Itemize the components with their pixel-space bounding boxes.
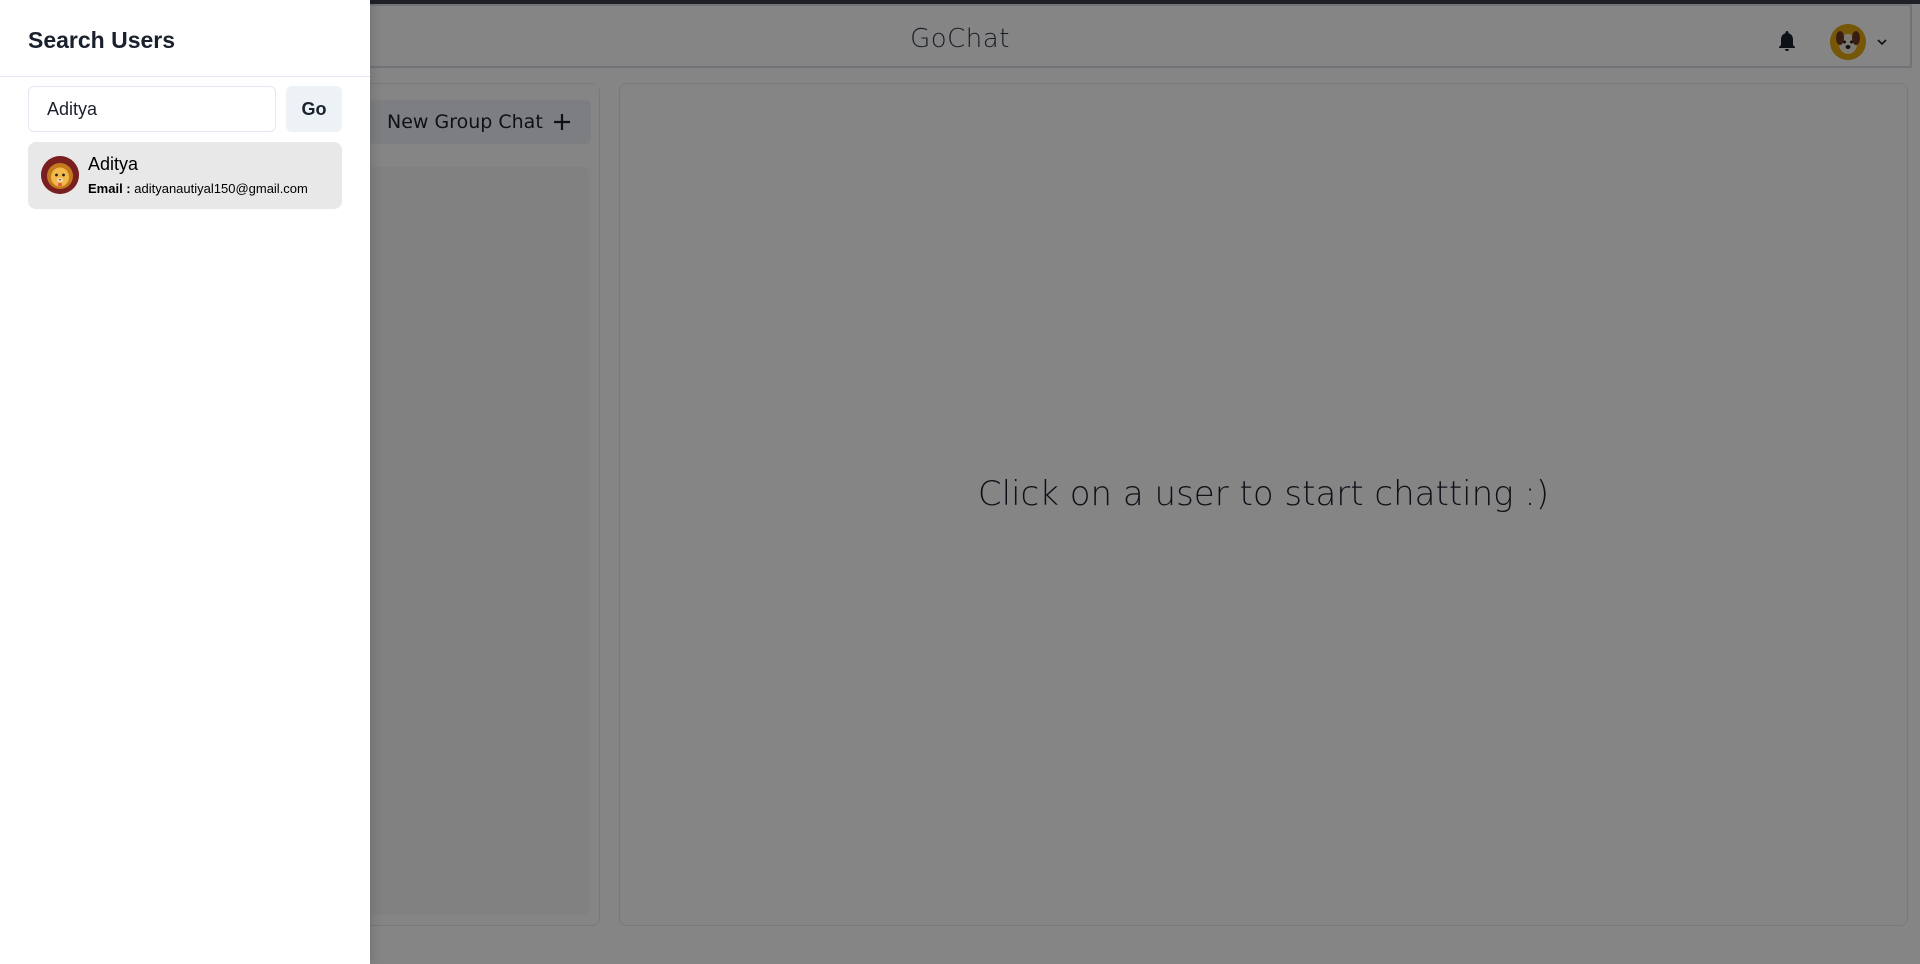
- search-users-drawer: Search Users Go Aditya Email : adityanau…: [0, 0, 370, 964]
- result-name: Aditya: [88, 154, 139, 174]
- search-result-item[interactable]: Aditya Email : adityanautiyal150@gmail.c…: [28, 142, 342, 209]
- drawer-header: Search Users: [0, 0, 370, 77]
- search-input[interactable]: [28, 86, 276, 132]
- result-email-label: Email :: [88, 181, 131, 196]
- drawer-title: Search Users: [28, 27, 176, 53]
- result-email-row: Email : adityanautiyal150@gmail.com: [88, 181, 308, 196]
- lion-avatar: [41, 156, 79, 194]
- result-email: adityanautiyal150@gmail.com: [134, 181, 308, 196]
- go-button[interactable]: Go: [286, 86, 342, 132]
